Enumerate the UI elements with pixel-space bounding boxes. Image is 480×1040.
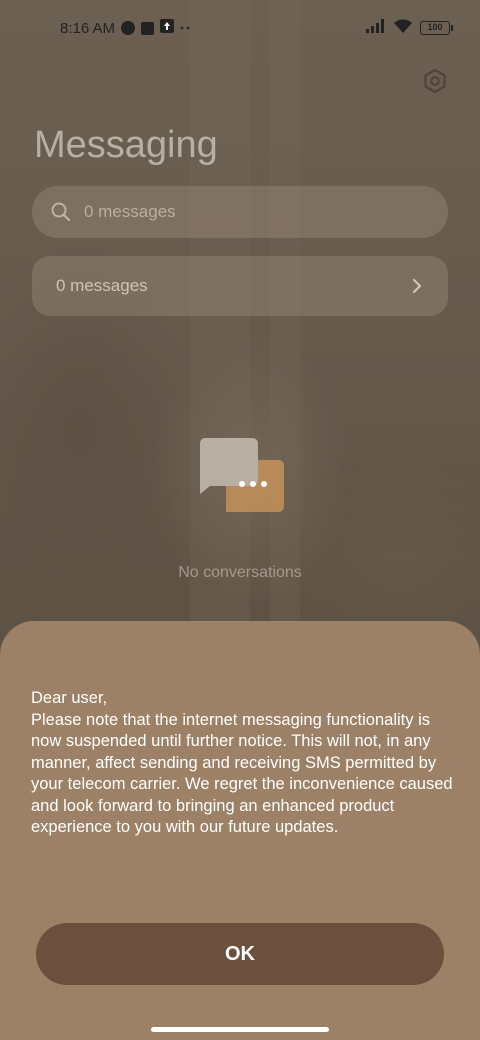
settings-hex-icon [424, 68, 446, 94]
ok-button[interactable]: OK [36, 923, 444, 985]
status-bar: 8:16 AM ·· 100 [60, 14, 453, 42]
chat-bubbles-icon [196, 436, 288, 518]
page-title: Messaging [34, 124, 218, 166]
upload-icon [160, 19, 175, 37]
battery-icon: 100 [420, 21, 453, 35]
search-placeholder: 0 messages [84, 202, 176, 221]
status-right: 100 [366, 18, 453, 38]
settings-button[interactable] [420, 66, 450, 96]
stop-icon [141, 21, 155, 35]
notice-message: Dear user, Please note that the internet… [31, 689, 453, 836]
messages-summary-card[interactable]: 0 messages [32, 256, 448, 316]
empty-state-text: No conversations [178, 564, 302, 581]
chevron-right-icon [412, 278, 422, 294]
messages-count-label: 0 messages [56, 276, 148, 295]
search-icon [51, 202, 71, 222]
search-input[interactable]: 0 messages [32, 186, 448, 238]
status-time: 8:16 AM [60, 19, 116, 37]
wifi-icon [393, 18, 413, 38]
more-dots-icon: ·· [180, 19, 193, 37]
app-notification-icon [121, 21, 136, 35]
home-indicator[interactable] [151, 1027, 329, 1032]
signal-icon [366, 19, 386, 37]
status-left: 8:16 AM ·· [60, 19, 192, 37]
